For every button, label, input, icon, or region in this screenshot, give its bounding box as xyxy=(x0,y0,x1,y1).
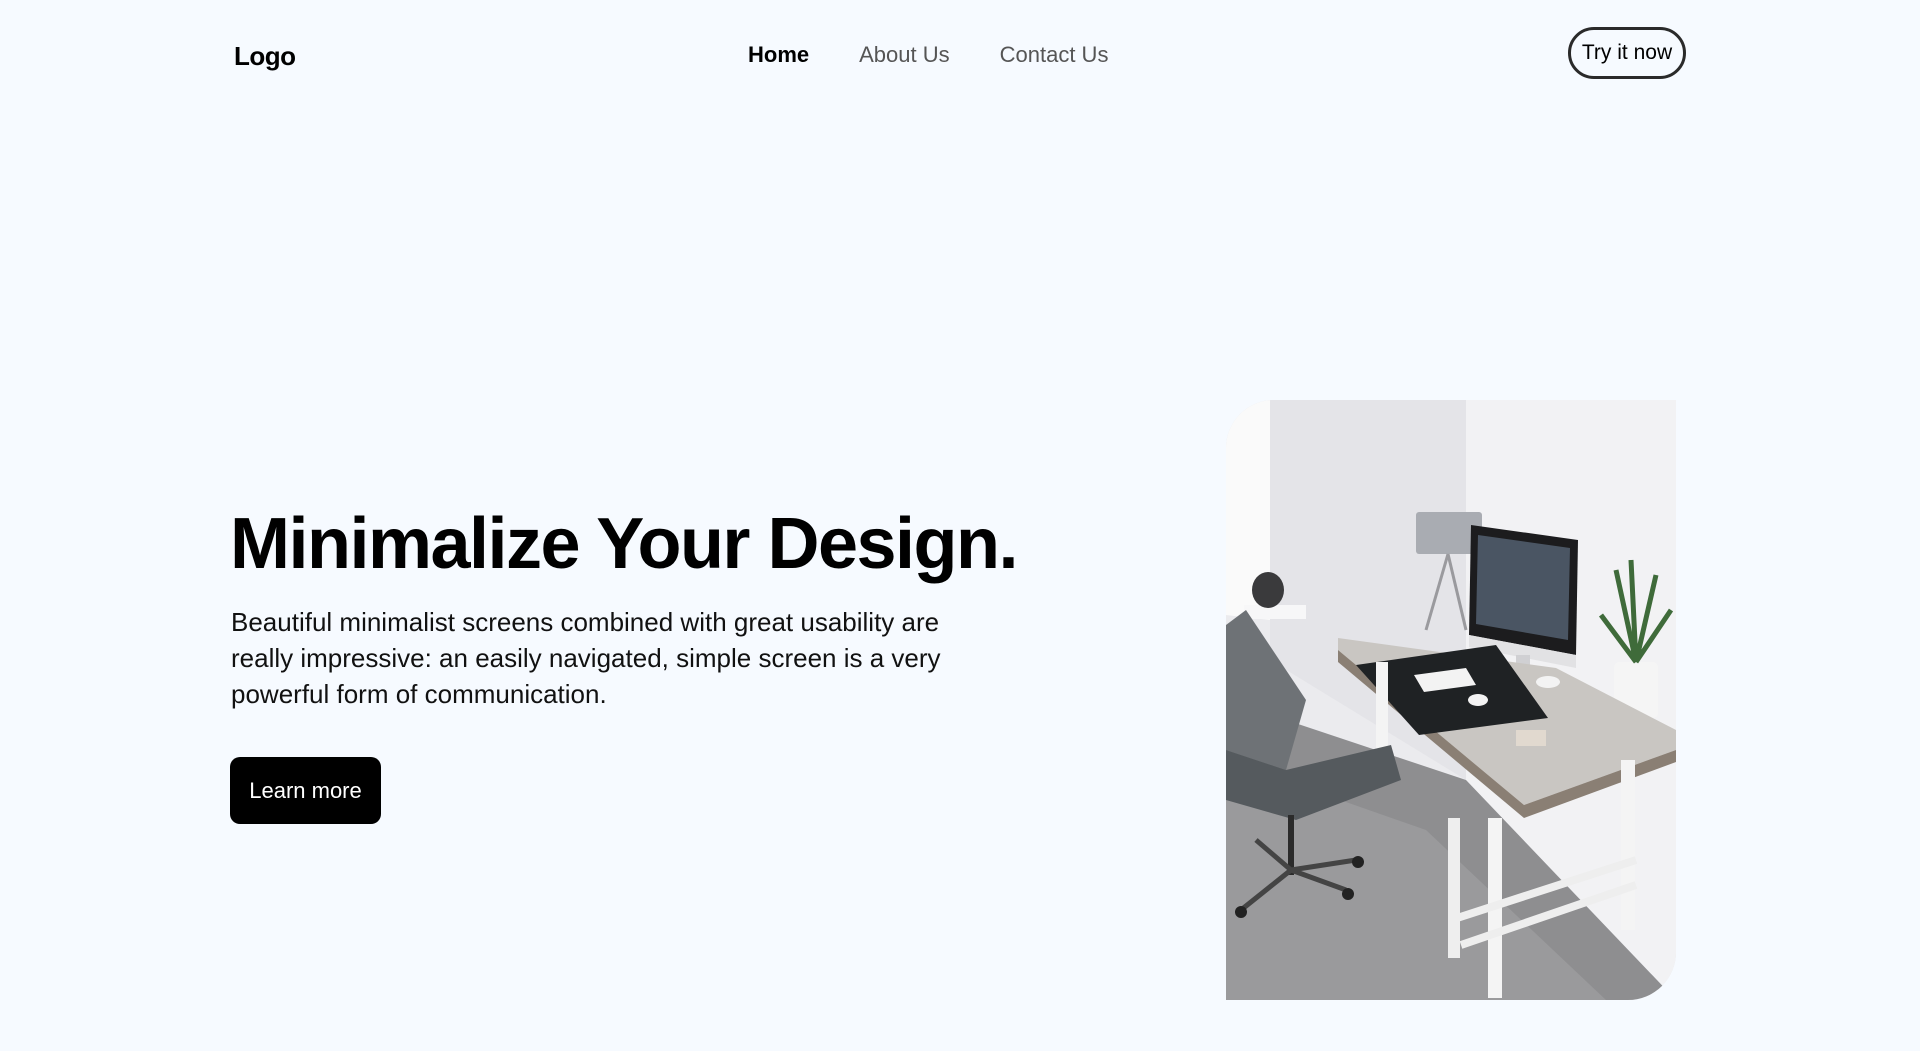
logo[interactable]: Logo xyxy=(234,38,296,74)
try-it-now-button[interactable]: Try it now xyxy=(1568,27,1686,79)
learn-more-button[interactable]: Learn more xyxy=(230,757,381,824)
desk-photo-illustration xyxy=(1226,400,1676,1000)
nav-item-contact-us[interactable]: Contact Us xyxy=(1000,38,1109,72)
hero-image xyxy=(1226,400,1676,1000)
landing-page: Logo Home About Us Contact Us Try it now… xyxy=(0,0,1920,1051)
hero-description: Beautiful minimalist screens combined wi… xyxy=(231,607,941,709)
site-header: Logo Home About Us Contact Us Try it now xyxy=(0,0,1920,110)
hero-title: Minimalize Your Design. xyxy=(230,504,1019,584)
main-nav: Home About Us Contact Us xyxy=(748,38,1108,72)
nav-item-about-us[interactable]: About Us xyxy=(859,38,950,72)
nav-item-home[interactable]: Home xyxy=(748,38,809,72)
